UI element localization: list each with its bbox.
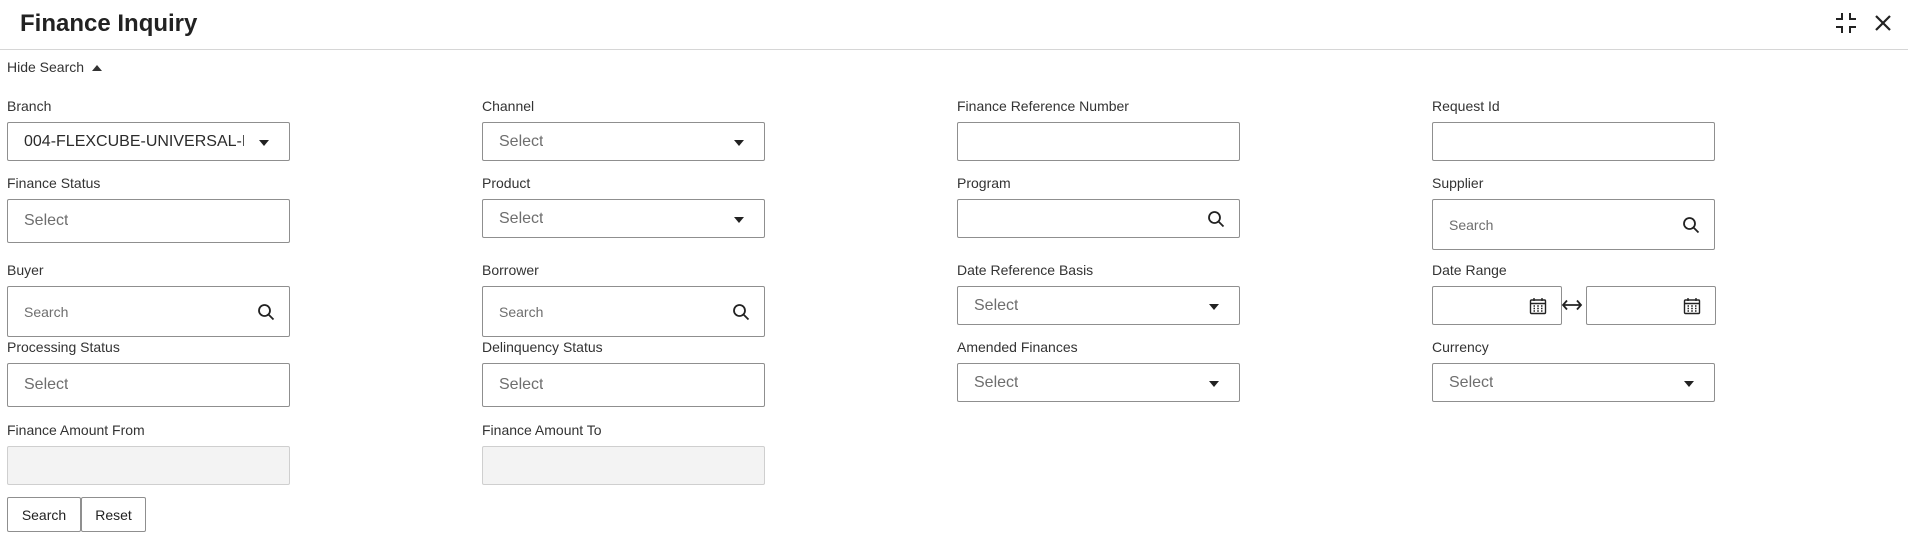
borrower-input[interactable]: Search	[482, 286, 765, 337]
collapse-icon[interactable]	[1834, 11, 1858, 35]
program-label: Program	[957, 175, 1011, 191]
product-select[interactable]: Select	[482, 199, 765, 238]
hide-search-toggle[interactable]: Hide Search	[7, 59, 103, 75]
caret-up-icon	[92, 65, 103, 71]
channel-select[interactable]: Select	[482, 122, 765, 161]
currency-placeholder: Select	[1449, 373, 1494, 391]
program-input[interactable]	[957, 199, 1240, 238]
buyer-input[interactable]: Search	[7, 286, 290, 337]
date-reference-basis-label: Date Reference Basis	[957, 262, 1094, 278]
request-id-label: Request Id	[1432, 98, 1500, 114]
hide-search-label: Hide Search	[7, 59, 85, 75]
chevron-down-icon	[1209, 380, 1219, 387]
processing-status-placeholder: Select	[24, 376, 69, 393]
channel-placeholder: Select	[499, 132, 544, 150]
branch-select[interactable]: 004-FLEXCUBE-UNIVERSAL-E	[7, 122, 290, 161]
date-range-to-input[interactable]	[1586, 286, 1716, 325]
amended-finances-select[interactable]: Select	[957, 363, 1240, 402]
supplier-placeholder: Search	[1449, 216, 1494, 233]
branch-label: Branch	[7, 98, 52, 114]
product-placeholder: Select	[499, 209, 544, 227]
currency-label: Currency	[1432, 339, 1489, 355]
search-icon[interactable]	[732, 303, 750, 321]
branch-value: 004-FLEXCUBE-UNIVERSAL-E	[24, 132, 244, 150]
calendar-icon[interactable]	[1529, 297, 1547, 315]
page-header: Finance Inquiry	[0, 0, 1908, 50]
search-icon[interactable]	[1207, 210, 1225, 228]
buyer-label: Buyer	[7, 262, 44, 278]
buyer-placeholder: Search	[24, 303, 69, 320]
finance-status-select[interactable]: Select	[7, 199, 290, 243]
close-icon[interactable]	[1871, 11, 1895, 35]
request-id-input[interactable]	[1432, 122, 1715, 161]
chevron-down-icon	[734, 216, 744, 223]
delinquency-status-label: Delinquency Status	[482, 339, 603, 355]
processing-status-label: Processing Status	[7, 339, 120, 355]
finance-status-placeholder: Select	[24, 212, 69, 229]
supplier-label: Supplier	[1432, 175, 1484, 191]
chevron-down-icon	[259, 139, 269, 146]
finance-amount-to-label: Finance Amount To	[482, 422, 602, 438]
currency-select[interactable]: Select	[1432, 363, 1715, 402]
date-range-label: Date Range	[1432, 262, 1507, 278]
channel-label: Channel	[482, 98, 535, 114]
date-range-from-input[interactable]	[1432, 286, 1562, 325]
search-icon[interactable]	[1682, 216, 1700, 234]
product-label: Product	[482, 175, 531, 191]
search-button[interactable]: Search	[7, 497, 81, 532]
finance-reference-number-input[interactable]	[957, 122, 1240, 161]
borrower-label: Borrower	[482, 262, 539, 278]
delinquency-status-placeholder: Select	[499, 376, 544, 393]
amended-finances-label: Amended Finances	[957, 339, 1078, 355]
finance-amount-to-input	[482, 446, 765, 485]
finance-status-label: Finance Status	[7, 175, 101, 191]
chevron-down-icon	[734, 139, 744, 146]
chevron-down-icon	[1684, 380, 1694, 387]
finance-amount-from-input	[7, 446, 290, 485]
date-reference-basis-placeholder: Select	[974, 296, 1019, 314]
amended-finances-placeholder: Select	[974, 373, 1019, 391]
finance-amount-from-label: Finance Amount From	[7, 422, 145, 438]
date-reference-basis-select[interactable]: Select	[957, 286, 1240, 325]
borrower-placeholder: Search	[499, 303, 544, 320]
processing-status-select[interactable]: Select	[7, 363, 290, 407]
search-icon[interactable]	[257, 303, 275, 321]
delinquency-status-select[interactable]: Select	[482, 363, 765, 407]
finance-reference-number-label: Finance Reference Number	[957, 98, 1129, 114]
chevron-down-icon	[1209, 303, 1219, 310]
page-title: Finance Inquiry	[20, 10, 198, 37]
reset-button[interactable]: Reset	[81, 497, 146, 532]
calendar-icon[interactable]	[1683, 297, 1701, 315]
range-arrow-icon	[1561, 296, 1583, 314]
supplier-input[interactable]: Search	[1432, 199, 1715, 250]
